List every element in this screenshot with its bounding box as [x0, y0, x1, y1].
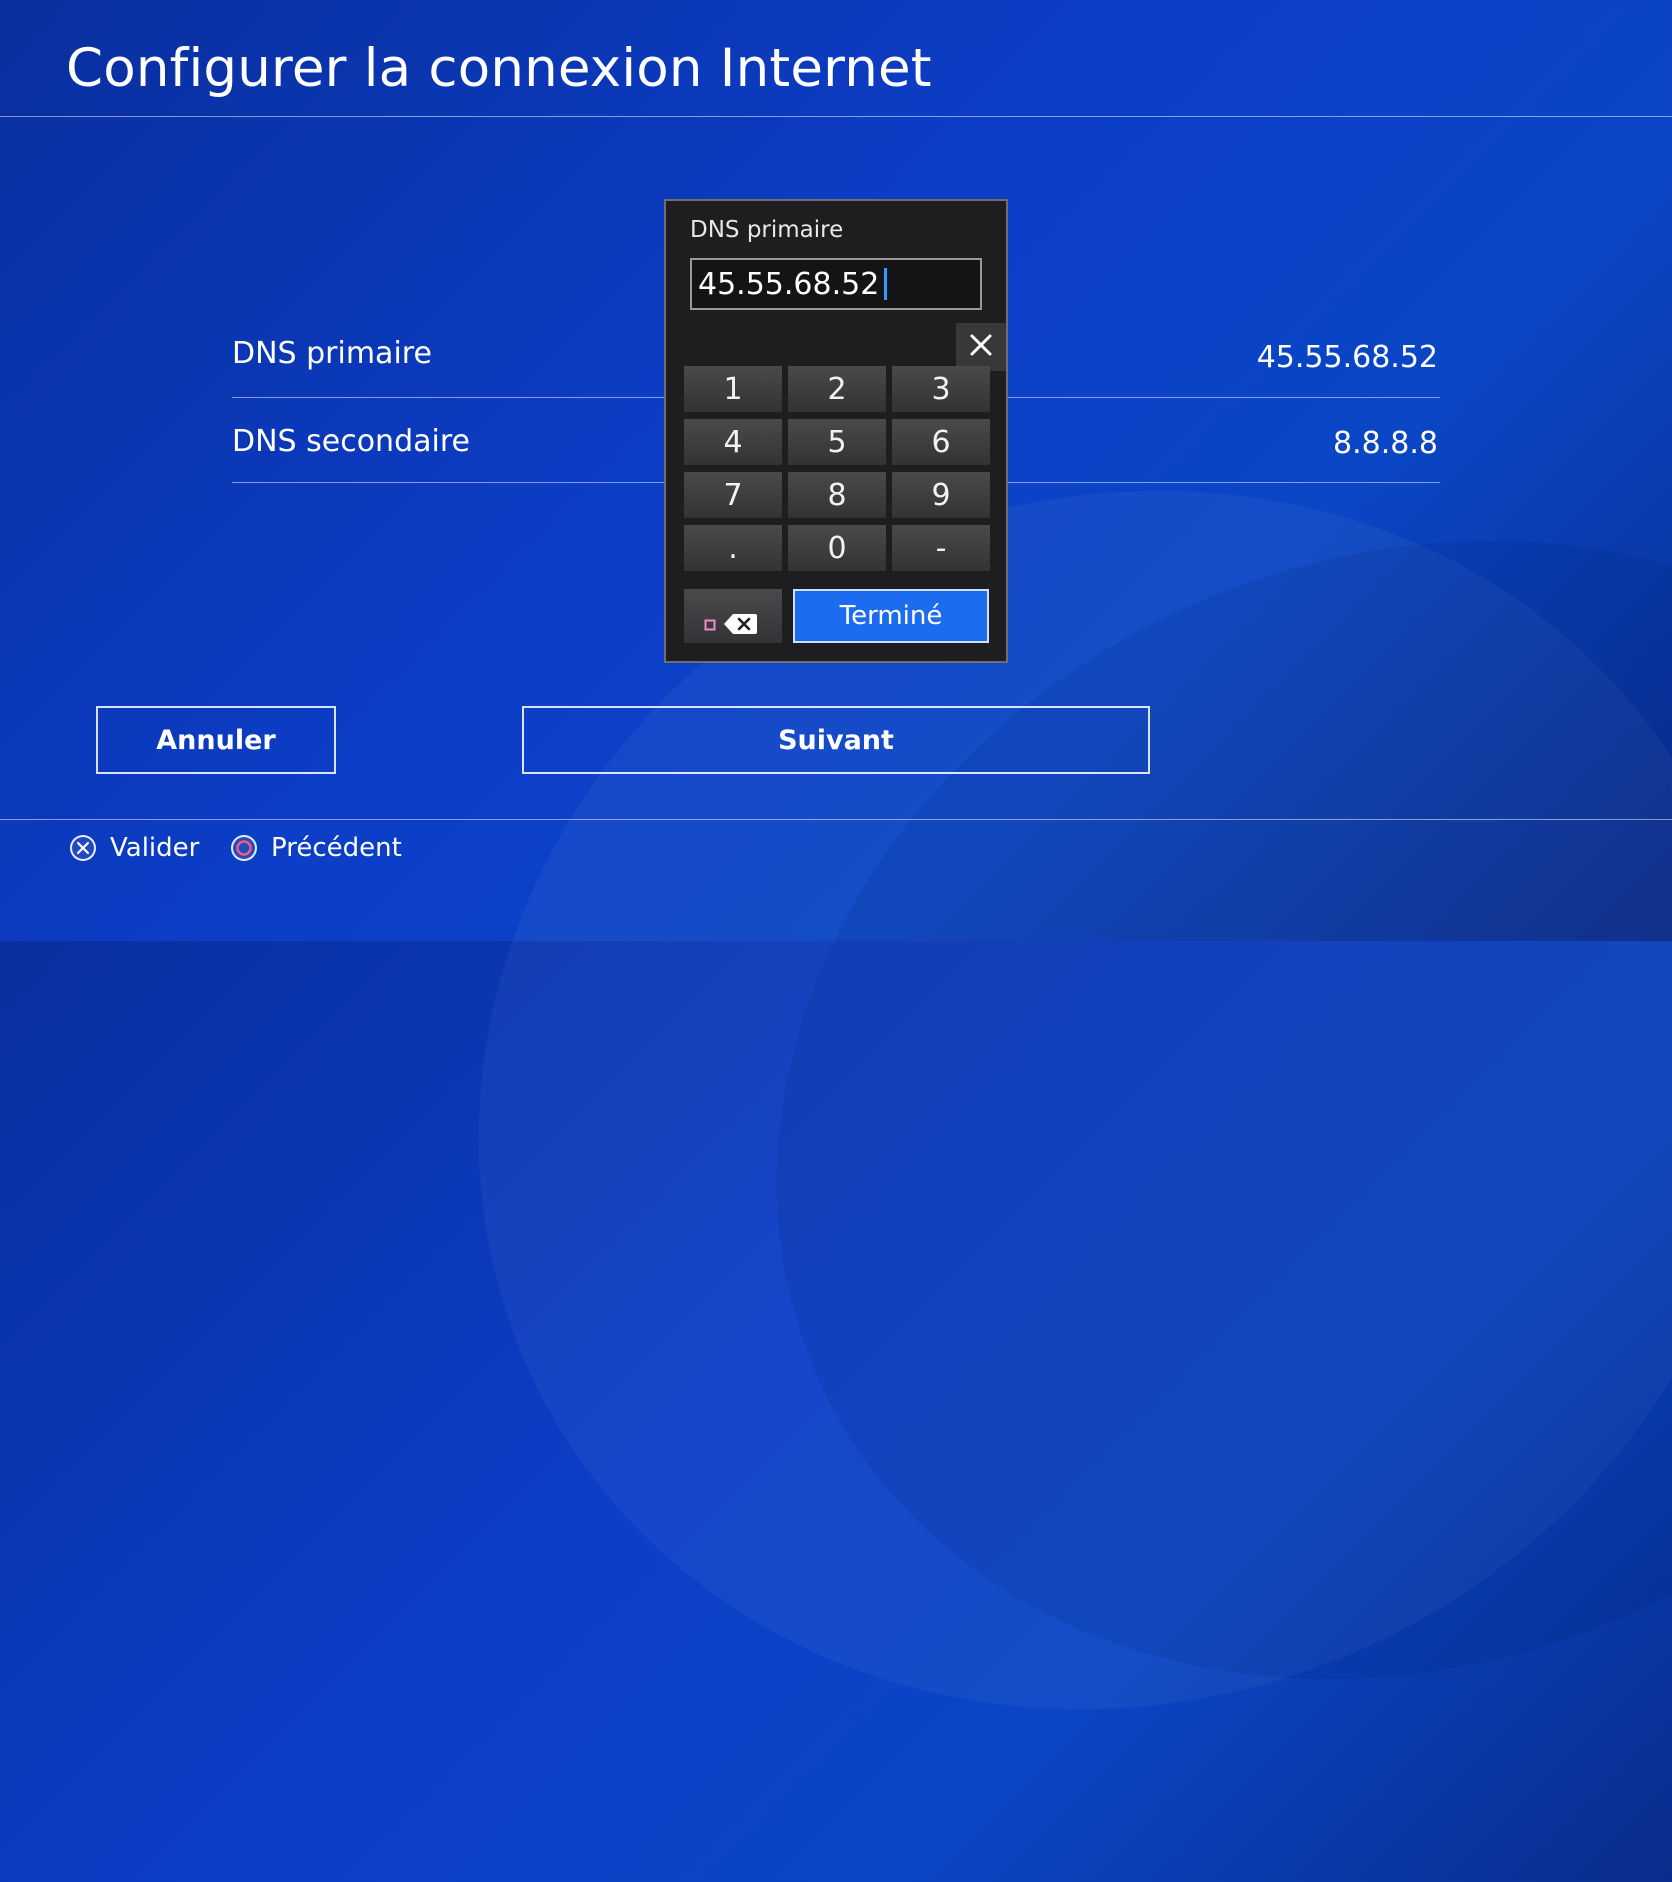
backspace-button[interactable] [684, 589, 782, 643]
key-9[interactable]: 9 [892, 472, 990, 518]
footer-divider [0, 819, 1672, 820]
square-button-icon [704, 604, 716, 639]
key-dot[interactable]: . [684, 525, 782, 571]
key-6[interactable]: 6 [892, 419, 990, 465]
done-button[interactable]: Terminé [793, 589, 989, 643]
page-title: Configurer la connexion Internet [66, 38, 932, 99]
dns-primary-label: DNS primaire [232, 336, 432, 371]
close-icon [968, 332, 994, 362]
key-1[interactable]: 1 [684, 366, 782, 412]
dns-input-value: 45.55.68.52 [698, 266, 880, 302]
key-7[interactable]: 7 [684, 472, 782, 518]
text-caret [884, 268, 888, 300]
dns-secondary-label: DNS secondaire [232, 424, 470, 459]
dns-input-field[interactable]: 45.55.68.52 [690, 258, 982, 310]
key-0[interactable]: 0 [788, 525, 886, 571]
key-dash[interactable]: - [892, 525, 990, 571]
footer-confirm-hint: Valider [70, 833, 199, 863]
header-divider [0, 116, 1672, 117]
key-2[interactable]: 2 [788, 366, 886, 412]
next-button[interactable]: Suivant [522, 706, 1150, 774]
circle-button-icon [231, 835, 257, 861]
key-5[interactable]: 5 [788, 419, 886, 465]
key-3[interactable]: 3 [892, 366, 990, 412]
dns-primary-value[interactable]: 45.55.68.52 [1257, 340, 1438, 375]
close-button[interactable] [956, 323, 1006, 371]
footer-back-hint: Précédent [231, 833, 402, 863]
key-8[interactable]: 8 [788, 472, 886, 518]
dialog-label: DNS primaire [690, 217, 844, 243]
dns-secondary-value[interactable]: 8.8.8.8 [1333, 426, 1438, 461]
cancel-button[interactable]: Annuler [96, 706, 336, 774]
numeric-keypad-dialog: DNS primaire 45.55.68.52 1 2 3 4 5 6 7 8… [664, 199, 1008, 663]
cross-button-icon [70, 835, 96, 861]
footer-confirm-label: Valider [110, 833, 200, 863]
backspace-icon [722, 609, 758, 644]
footer-back-label: Précédent [271, 833, 402, 863]
key-4[interactable]: 4 [684, 419, 782, 465]
